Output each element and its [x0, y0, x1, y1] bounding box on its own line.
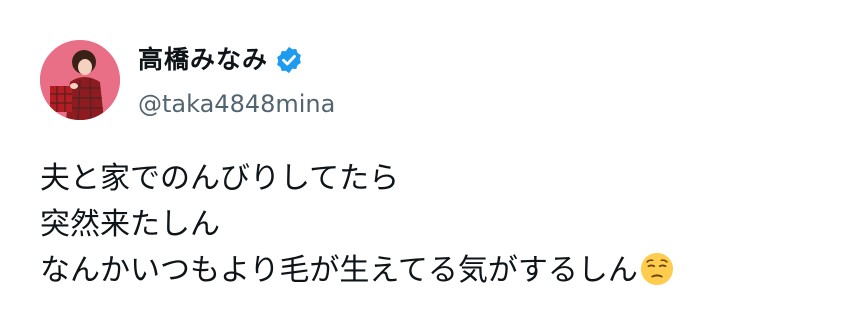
verified-badge-icon: [274, 45, 304, 75]
tweet-header: 高橋みなみ @taka4848mina: [138, 40, 335, 120]
display-name[interactable]: 高橋みなみ: [138, 40, 268, 80]
user-handle[interactable]: @taka4848mina: [138, 88, 335, 120]
pensive-face-emoji: [640, 252, 674, 286]
tweet-line: 夫と家でのんびりしてたら: [40, 161, 400, 196]
name-row: 高橋みなみ: [138, 40, 335, 80]
profile-photo: [40, 40, 120, 120]
tweet-text: 夫と家でのんびりしてたら 突然来たしん なんかいつもより毛が生えてる気がするしん: [40, 156, 674, 294]
avatar[interactable]: [40, 40, 120, 120]
tweet-card: 高橋みなみ @taka4848mina 夫と家でのんびりしてたら 突然来たしん …: [0, 0, 849, 312]
tweet-line: 突然来たしん: [40, 207, 220, 242]
tweet-line-last: なんかいつもより毛が生えてる気がするしん: [40, 248, 674, 294]
tweet-line-text: なんかいつもより毛が生えてる気がするしん: [40, 253, 638, 288]
